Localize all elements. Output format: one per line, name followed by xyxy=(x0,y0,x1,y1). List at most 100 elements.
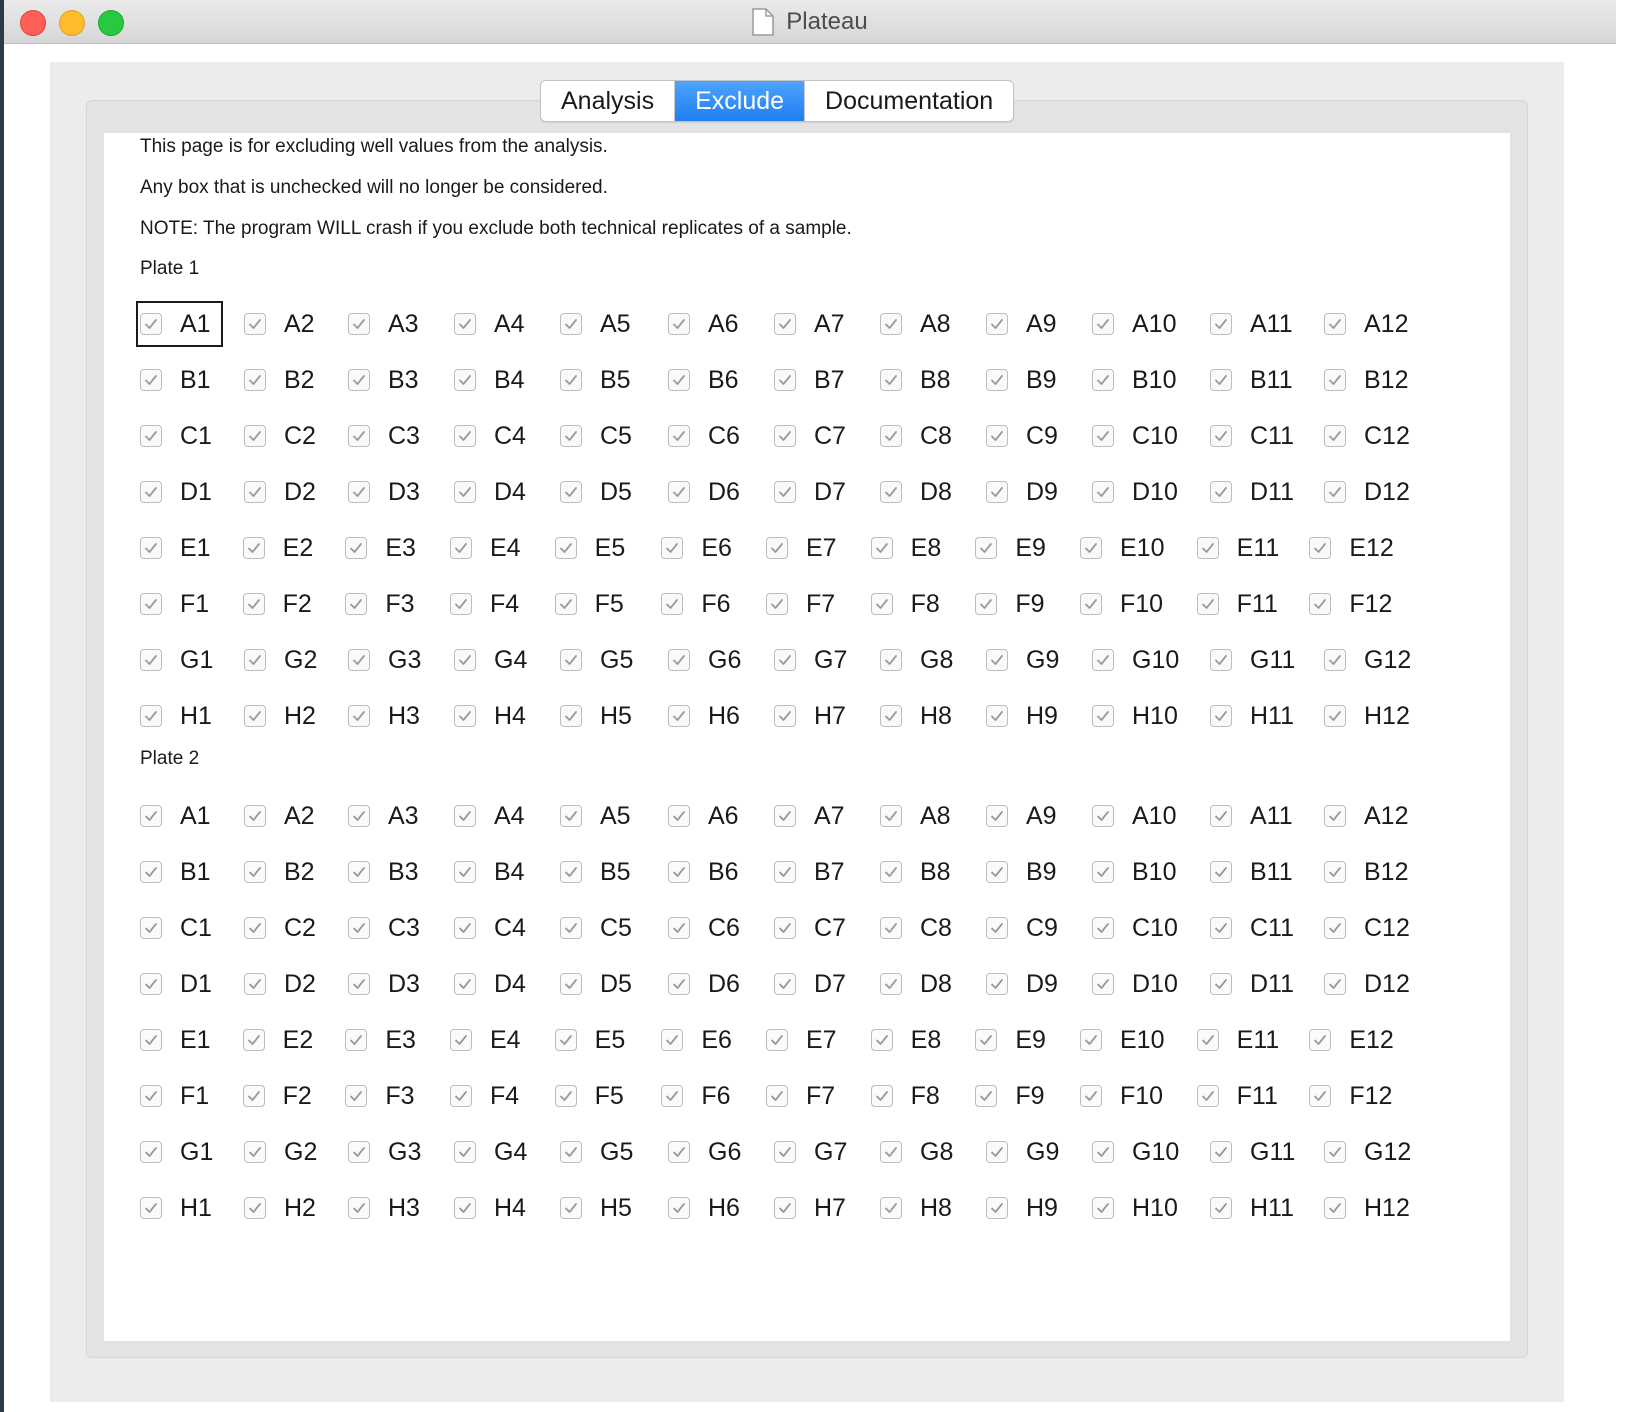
checkbox-box[interactable] xyxy=(661,1085,684,1107)
checkbox-box[interactable] xyxy=(1309,593,1332,615)
well-checkbox[interactable]: A8 xyxy=(878,795,951,837)
well-checkbox[interactable]: H3 xyxy=(346,1187,420,1229)
checkbox-box[interactable] xyxy=(870,1029,893,1051)
well-checkbox[interactable]: B7 xyxy=(772,851,845,893)
checkbox-box[interactable] xyxy=(1210,973,1232,995)
checkbox-box[interactable] xyxy=(1092,425,1114,447)
well-checkbox[interactable]: H11 xyxy=(1208,695,1294,737)
checkbox-box[interactable] xyxy=(668,1141,690,1163)
checkbox-box[interactable] xyxy=(454,917,476,939)
checkbox-box[interactable] xyxy=(454,649,476,671)
well-checkbox[interactable]: C10 xyxy=(1090,907,1178,949)
well-checkbox[interactable]: B4 xyxy=(452,851,525,893)
checkbox-box[interactable] xyxy=(1196,1029,1219,1051)
well-checkbox[interactable]: A1 xyxy=(136,301,223,347)
well-checkbox[interactable]: C1 xyxy=(138,415,212,457)
well-checkbox[interactable]: H4 xyxy=(452,1187,526,1229)
well-checkbox[interactable]: G2 xyxy=(242,639,317,681)
checkbox-box[interactable] xyxy=(345,1085,368,1107)
checkbox-box[interactable] xyxy=(345,537,368,559)
checkbox-box[interactable] xyxy=(140,425,162,447)
checkbox-box[interactable] xyxy=(986,369,1008,391)
well-checkbox[interactable]: B9 xyxy=(984,851,1057,893)
well-checkbox[interactable]: D2 xyxy=(242,963,316,1005)
checkbox-box[interactable] xyxy=(880,1197,902,1219)
checkbox-box[interactable] xyxy=(1092,649,1114,671)
well-checkbox[interactable]: B6 xyxy=(666,359,739,401)
checkbox-box[interactable] xyxy=(242,1029,265,1051)
well-checkbox[interactable]: E10 xyxy=(1078,527,1164,569)
checkbox-box[interactable] xyxy=(560,917,582,939)
checkbox-box[interactable] xyxy=(140,861,162,883)
tab-exclude[interactable]: Exclude xyxy=(675,81,806,121)
checkbox-box[interactable] xyxy=(880,917,902,939)
well-checkbox[interactable]: A6 xyxy=(666,795,739,837)
checkbox-box[interactable] xyxy=(975,593,998,615)
well-checkbox[interactable]: E4 xyxy=(448,527,521,569)
checkbox-box[interactable] xyxy=(140,805,162,827)
well-checkbox[interactable]: C8 xyxy=(878,415,952,457)
well-checkbox[interactable]: E8 xyxy=(869,1019,941,1061)
well-checkbox[interactable]: H1 xyxy=(138,695,212,737)
well-checkbox[interactable]: E3 xyxy=(343,1019,416,1061)
well-checkbox[interactable]: D2 xyxy=(242,471,316,513)
well-checkbox[interactable]: G7 xyxy=(772,1131,847,1173)
well-checkbox[interactable]: G3 xyxy=(346,1131,421,1173)
checkbox-box[interactable] xyxy=(348,1141,370,1163)
well-checkbox[interactable]: D4 xyxy=(452,963,526,1005)
checkbox-box[interactable] xyxy=(454,705,476,727)
well-checkbox[interactable]: F12 xyxy=(1307,583,1392,625)
checkbox-box[interactable] xyxy=(1210,313,1232,335)
well-checkbox[interactable]: D1 xyxy=(138,963,212,1005)
checkbox-box[interactable] xyxy=(244,917,266,939)
well-checkbox[interactable]: D11 xyxy=(1208,471,1294,513)
well-checkbox[interactable]: A1 xyxy=(138,795,211,837)
checkbox-box[interactable] xyxy=(766,1029,788,1051)
checkbox-box[interactable] xyxy=(244,481,266,503)
well-checkbox[interactable]: G11 xyxy=(1208,1131,1295,1173)
well-checkbox[interactable]: A10 xyxy=(1090,303,1176,345)
checkbox-box[interactable] xyxy=(1092,1197,1114,1219)
well-checkbox[interactable]: E11 xyxy=(1195,527,1279,569)
well-checkbox[interactable]: E12 xyxy=(1307,1019,1394,1061)
well-checkbox[interactable]: E10 xyxy=(1078,1019,1164,1061)
checkbox-box[interactable] xyxy=(348,369,370,391)
well-checkbox[interactable]: D1 xyxy=(138,471,212,513)
well-checkbox[interactable]: B2 xyxy=(242,359,315,401)
checkbox-box[interactable] xyxy=(1309,1029,1332,1051)
well-checkbox[interactable]: F12 xyxy=(1307,1075,1392,1117)
checkbox-box[interactable] xyxy=(1324,705,1346,727)
checkbox-box[interactable] xyxy=(766,537,788,559)
checkbox-box[interactable] xyxy=(1092,1141,1114,1163)
well-checkbox[interactable]: D8 xyxy=(878,471,952,513)
well-checkbox[interactable]: F11 xyxy=(1195,1075,1278,1117)
well-checkbox[interactable]: H10 xyxy=(1090,1187,1178,1229)
checkbox-box[interactable] xyxy=(140,537,162,559)
well-checkbox[interactable]: A6 xyxy=(666,303,739,345)
well-checkbox[interactable]: A5 xyxy=(558,795,631,837)
checkbox-box[interactable] xyxy=(140,973,162,995)
checkbox-box[interactable] xyxy=(140,1085,162,1107)
well-checkbox[interactable]: A12 xyxy=(1322,303,1408,345)
well-checkbox[interactable]: B12 xyxy=(1322,359,1408,401)
well-checkbox[interactable]: F9 xyxy=(973,1075,1045,1117)
checkbox-box[interactable] xyxy=(140,369,162,391)
checkbox-box[interactable] xyxy=(880,1141,902,1163)
checkbox-box[interactable] xyxy=(348,425,370,447)
well-checkbox[interactable]: B1 xyxy=(138,359,211,401)
well-checkbox[interactable]: D3 xyxy=(346,471,420,513)
well-checkbox[interactable]: E5 xyxy=(553,1019,625,1061)
checkbox-box[interactable] xyxy=(975,1029,998,1051)
checkbox-box[interactable] xyxy=(560,973,582,995)
checkbox-box[interactable] xyxy=(975,1085,998,1107)
well-checkbox[interactable]: D12 xyxy=(1322,963,1410,1005)
well-checkbox[interactable]: F5 xyxy=(553,583,624,625)
well-checkbox[interactable]: G12 xyxy=(1322,639,1411,681)
well-checkbox[interactable]: D5 xyxy=(558,471,632,513)
checkbox-box[interactable] xyxy=(242,1085,265,1107)
checkbox-box[interactable] xyxy=(1210,861,1232,883)
checkbox-box[interactable] xyxy=(244,805,266,827)
checkbox-box[interactable] xyxy=(244,649,266,671)
well-checkbox[interactable]: D8 xyxy=(878,963,952,1005)
checkbox-box[interactable] xyxy=(560,1141,582,1163)
